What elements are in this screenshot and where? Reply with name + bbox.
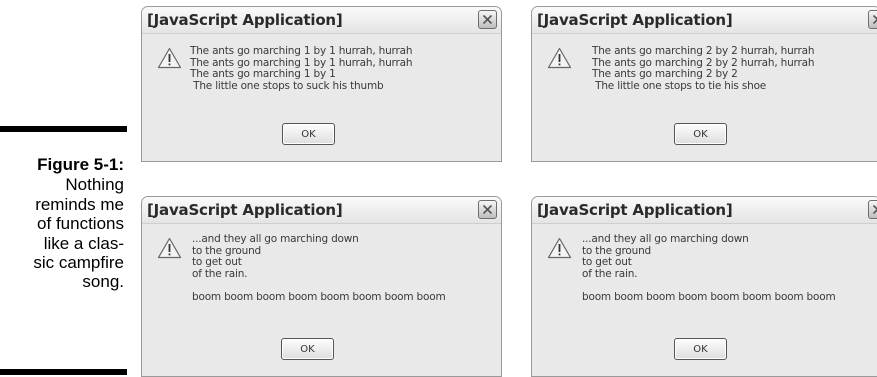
dialog-title: [JavaScript Application] (147, 201, 343, 219)
close-icon[interactable] (868, 10, 877, 29)
close-icon[interactable] (868, 200, 877, 219)
dialog-title: [JavaScript Application] (537, 11, 733, 29)
ok-button[interactable]: OK (282, 123, 335, 145)
dialog-titlebar: [JavaScript Application] (532, 197, 877, 224)
figure-label: Figure 5-1: (37, 155, 124, 174)
close-icon[interactable] (478, 10, 497, 29)
ok-button[interactable]: OK (281, 338, 334, 360)
alert-dialog-2: [JavaScript Application] The ants go mar… (531, 6, 877, 162)
warning-icon (547, 47, 572, 69)
alert-dialog-4: [JavaScript Application] ...and they all… (531, 196, 877, 377)
dialog-titlebar: [JavaScript Application] (142, 7, 501, 34)
warning-icon (547, 237, 572, 259)
close-icon[interactable] (478, 200, 497, 219)
dialog-message: The ants go marching 2 by 2 hurrah, hurr… (592, 45, 815, 92)
dialog-titlebar: [JavaScript Application] (532, 7, 877, 34)
ok-button[interactable]: OK (674, 123, 727, 145)
dialog-title: [JavaScript Application] (537, 201, 733, 219)
dialog-message: ...and they all go marching down to the … (192, 233, 446, 303)
alert-dialog-1: [JavaScript Application] The ants go mar… (141, 6, 502, 162)
figure-caption-text: Nothing reminds me of functions like a c… (33, 175, 124, 292)
figure-caption: Figure 5-1: Nothing reminds me of functi… (0, 155, 124, 292)
alert-dialog-3: [JavaScript Application] ...and they all… (141, 196, 502, 377)
warning-icon (157, 47, 182, 69)
caption-rule-top (0, 126, 127, 132)
ok-button[interactable]: OK (674, 338, 727, 360)
caption-rule-bottom (0, 369, 127, 375)
warning-icon (157, 237, 182, 259)
dialog-message: ...and they all go marching down to the … (582, 233, 836, 303)
dialog-title: [JavaScript Application] (147, 11, 343, 29)
dialog-titlebar: [JavaScript Application] (142, 197, 501, 224)
dialog-message: The ants go marching 1 by 1 hurrah, hurr… (190, 45, 413, 92)
